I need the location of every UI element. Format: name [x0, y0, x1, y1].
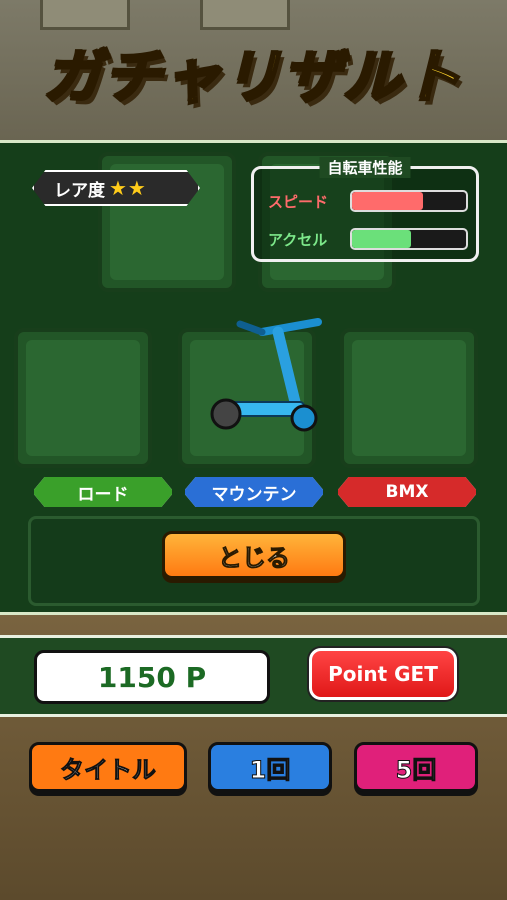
performance-title: 自転車性能	[319, 157, 411, 178]
close-button[interactable]: とじる	[162, 531, 346, 579]
gacha-five-button[interactable]: 5回	[354, 742, 478, 792]
gacha-once-button[interactable]: 1回	[208, 742, 332, 792]
category-tag-mountain: マウンテン	[183, 475, 325, 509]
character-card	[14, 328, 152, 468]
rarity-badge: レア度 ★★	[32, 170, 200, 206]
stat-speed-fill	[352, 192, 423, 210]
title-button[interactable]: タイトル	[29, 742, 187, 792]
building-window	[40, 0, 130, 30]
bicycle-card	[340, 328, 478, 468]
point-get-button[interactable]: Point GET	[309, 648, 457, 700]
stat-accel: アクセル	[268, 227, 468, 251]
category-tag-road: ロード	[32, 475, 174, 509]
points-display: 1150 P	[34, 650, 270, 704]
kick-scooter-image	[210, 318, 322, 432]
category-tag-bmx: BMX	[336, 475, 478, 509]
rarity-label: レア度	[54, 180, 105, 201]
road-bike-image	[352, 340, 466, 456]
bicycle-performance-panel: 自転車性能 スピード アクセル	[251, 157, 479, 262]
rarity-stars-icon: ★★	[109, 176, 147, 200]
stat-speed-label: スピード	[268, 192, 329, 211]
stat-speed-bar	[350, 190, 468, 212]
page-title: ガチャリザルト	[42, 42, 464, 113]
stat-accel-label: アクセル	[268, 230, 328, 249]
character-image	[26, 340, 140, 456]
stat-accel-fill	[352, 230, 412, 248]
stat-accel-bar	[350, 228, 468, 250]
building-window	[200, 0, 290, 30]
stat-speed: スピード	[268, 189, 468, 213]
